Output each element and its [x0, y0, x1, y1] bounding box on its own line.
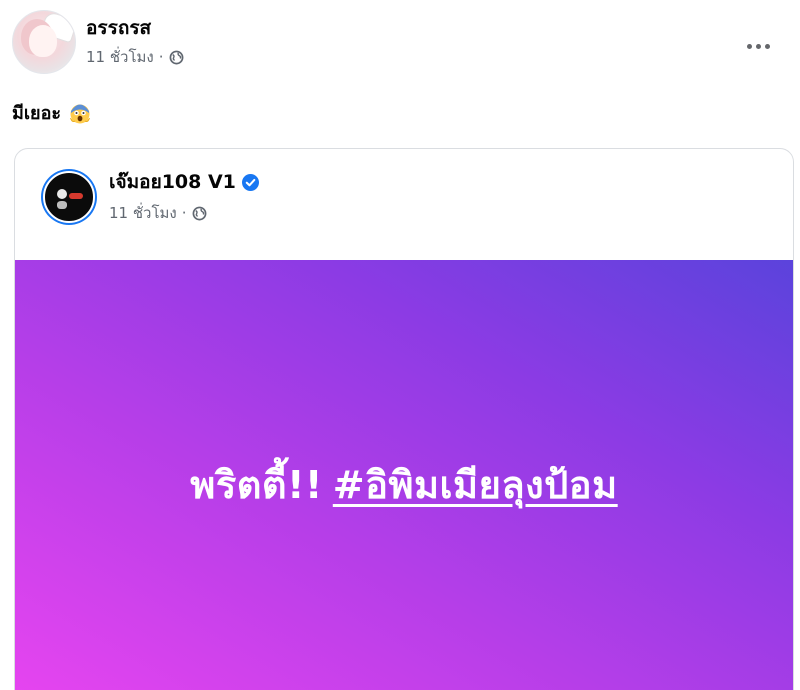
status-text: พริตตี้!! #อิพิมเมียลุงป้อม: [190, 454, 617, 515]
shared-avatar-image: [43, 171, 95, 223]
more-dot: [764, 43, 770, 49]
shocked-face-emoji-icon: [70, 104, 90, 123]
globe-icon[interactable]: [169, 50, 184, 65]
post-header: อรรถรส 11 ชั่วโมง ·: [12, 10, 184, 74]
post-caption: มีเยอะ: [12, 98, 91, 127]
text-background-panel: พริตตี้!! #อิพิมเมียลุงป้อม: [15, 260, 793, 690]
post-timestamp[interactable]: 11 ชั่วโมง: [86, 45, 154, 69]
more-options-button[interactable]: [738, 34, 778, 58]
avatar-face-shape: [29, 25, 57, 57]
more-dot: [746, 43, 752, 49]
facebook-post: อรรถรส 11 ชั่วโมง · มีเยอะ เจ๊มอย108 V1 …: [0, 0, 800, 690]
shared-header-text: เจ๊มอย108 V1 11 ชั่วโมง ·: [109, 169, 259, 225]
globe-icon[interactable]: [192, 206, 207, 221]
shared-author-avatar[interactable]: [41, 169, 97, 225]
verified-badge-icon: [241, 173, 259, 191]
shared-author-name[interactable]: เจ๊มอย108 V1: [109, 169, 236, 195]
meta-separator: ·: [158, 48, 164, 66]
post-header-text: อรรถรส 11 ชั่วโมง ·: [86, 15, 184, 69]
more-dot: [755, 43, 761, 49]
author-avatar[interactable]: [12, 10, 76, 74]
shared-name-row: เจ๊มอย108 V1: [109, 169, 259, 195]
post-meta: 11 ชั่วโมง ·: [86, 45, 184, 69]
meta-separator: ·: [181, 204, 187, 222]
shared-post-card[interactable]: เจ๊มอย108 V1 11 ชั่วโมง · พริตตี้!! #อิพ…: [14, 148, 794, 690]
shared-post-header: เจ๊มอย108 V1 11 ชั่วโมง ·: [41, 169, 259, 225]
caption-text: มีเยอะ: [12, 103, 62, 124]
hashtag-link[interactable]: #อิพิมเมียลุงป้อม: [333, 463, 618, 507]
shared-post-timestamp[interactable]: 11 ชั่วโมง: [109, 201, 177, 225]
avatar-detail: [57, 189, 67, 199]
avatar-detail: [69, 193, 83, 199]
status-text-main: พริตตี้!!: [190, 463, 323, 507]
author-name[interactable]: อรรถรส: [86, 15, 184, 41]
shared-post-meta: 11 ชั่วโมง ·: [109, 201, 259, 225]
avatar-detail: [57, 201, 67, 209]
